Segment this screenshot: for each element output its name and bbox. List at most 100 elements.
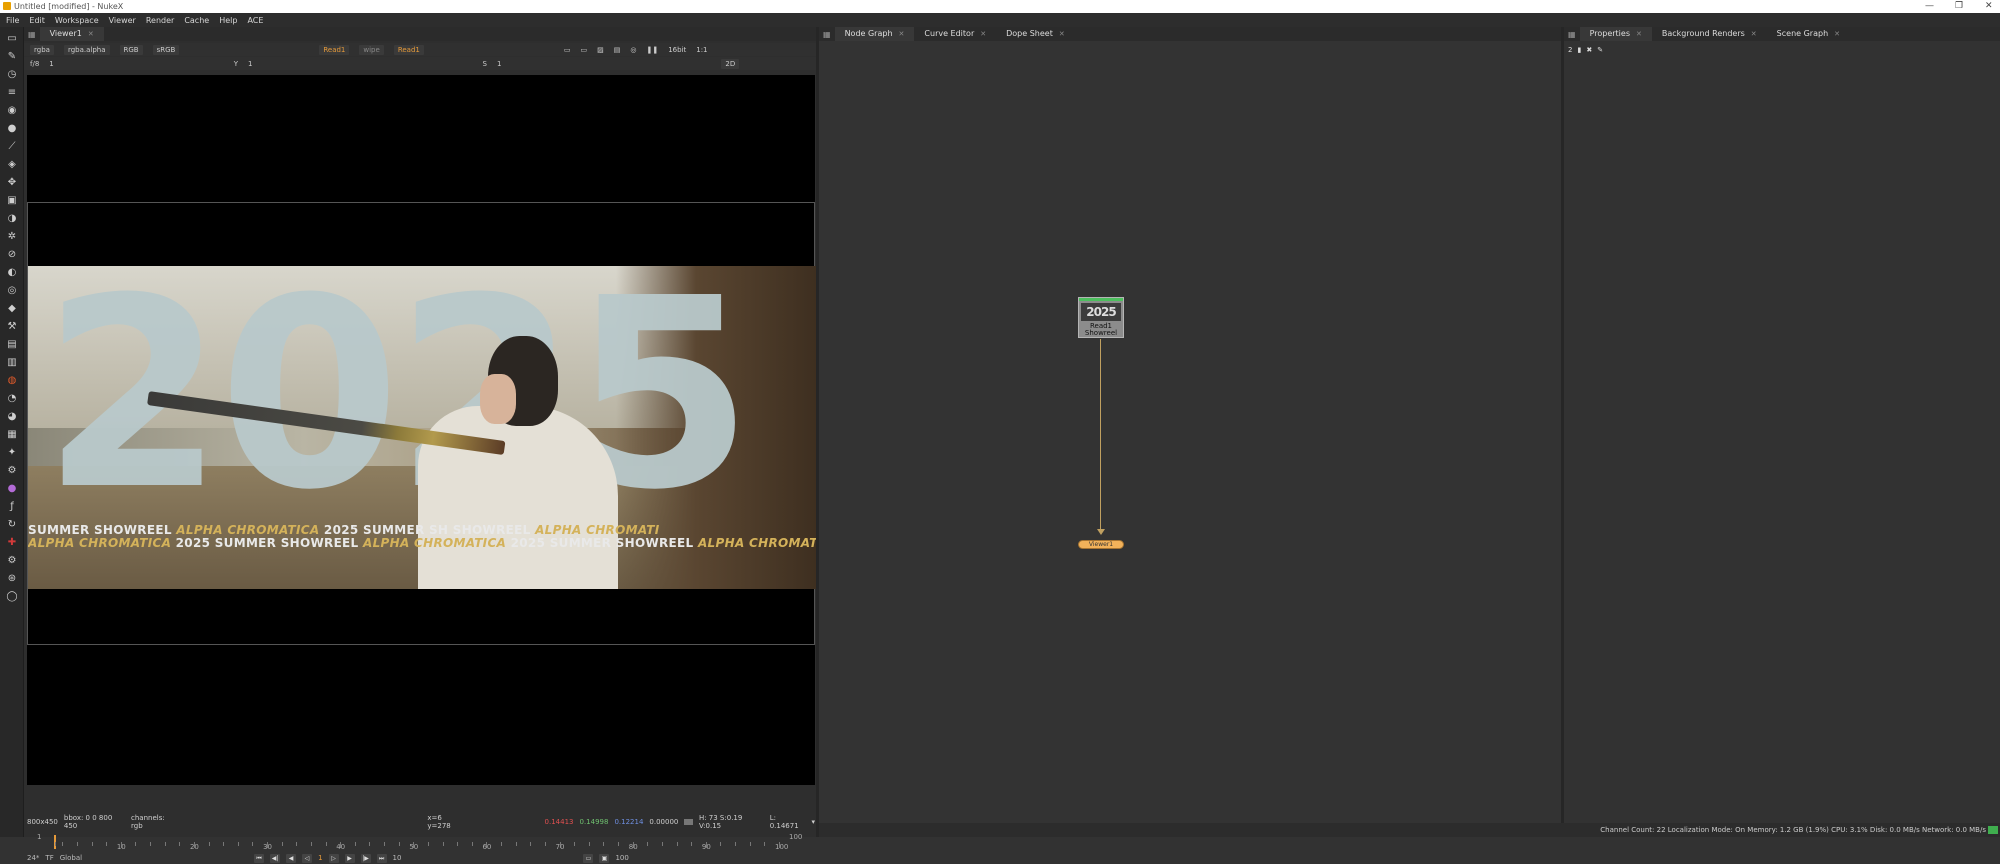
global-dropdown[interactable]: Global <box>60 854 82 862</box>
ocula-tool-icon[interactable]: ⚒ <box>6 321 18 333</box>
other-tool-icon[interactable]: ▥ <box>6 357 18 369</box>
airtools-icon[interactable]: ✦ <box>6 447 18 459</box>
furnace-tool-icon[interactable]: ◆ <box>6 303 18 315</box>
toolsets-tool-icon[interactable]: ◔ <box>6 393 18 405</box>
viewer1-node[interactable]: Viewer1 <box>1078 540 1124 549</box>
close-tab-icon[interactable]: ✕ <box>1059 27 1065 41</box>
goto-end-icon[interactable]: ⏭ <box>376 853 387 863</box>
goto-start-icon[interactable]: ⏮ <box>254 853 265 863</box>
menu-viewer[interactable]: Viewer <box>109 16 136 25</box>
close-icon[interactable]: ✕ <box>1985 0 1993 13</box>
pause-icon[interactable]: ❚❚ <box>646 46 658 54</box>
minimize-icon[interactable]: — <box>1925 0 1934 13</box>
safe-area-icon[interactable]: ▭ <box>580 46 587 54</box>
close-tab-icon[interactable]: ✕ <box>899 27 905 41</box>
node-connection[interactable] <box>1100 339 1101 530</box>
step-back-icon[interactable]: ◀ <box>286 853 297 863</box>
menu-help[interactable]: Help <box>219 16 237 25</box>
channel-tool-icon[interactable]: ≡ <box>6 87 18 99</box>
input-b-dropdown[interactable]: Read1 <box>393 44 424 55</box>
settings-tool-icon[interactable]: ⚙ <box>6 555 18 567</box>
filter-tool-icon[interactable]: ● <box>6 123 18 135</box>
gamma-y-value[interactable]: 1 <box>248 60 252 68</box>
menu-ace[interactable]: ACE <box>247 16 263 25</box>
close-tab-icon[interactable]: ✕ <box>88 27 94 41</box>
user-tool-icon[interactable]: ◯ <box>6 591 18 603</box>
frame-step-field[interactable]: 10 <box>393 854 402 862</box>
viewer-canvas[interactable]: 2025 SUMMER SHOWREEL ALPHA CHROMATICA 20… <box>27 75 816 785</box>
render-tool-icon[interactable]: ⚙ <box>6 465 18 477</box>
in-out-icon[interactable]: ▭ <box>583 853 594 863</box>
wipe-dropdown[interactable]: wipe <box>359 44 384 55</box>
clip-icon[interactable]: ▨ <box>597 46 604 54</box>
close-tab-icon[interactable]: ✕ <box>1834 27 1840 41</box>
close-tab-icon[interactable]: ✕ <box>1636 27 1642 41</box>
play-forward-icon[interactable]: ▷ <box>328 853 339 863</box>
ratio-label[interactable]: 1:1 <box>696 46 707 54</box>
tf-dropdown[interactable]: TF <box>45 854 53 862</box>
color-wheel-tool-icon[interactable]: ● <box>6 483 18 495</box>
favorite-tool-icon[interactable]: ✚ <box>6 537 18 549</box>
transform-tool-icon[interactable]: ✥ <box>6 177 18 189</box>
display-dropdown[interactable]: RGB <box>119 44 143 55</box>
menu-workspace[interactable]: Workspace <box>55 16 99 25</box>
menu-cache[interactable]: Cache <box>184 16 209 25</box>
pane-menu-icon-2[interactable]: ▦ <box>819 30 835 39</box>
gizmo-tool-icon[interactable]: ◕ <box>6 411 18 423</box>
overlay-icon[interactable]: ▤ <box>614 46 621 54</box>
tab-node-graph[interactable]: Node Graph ✕ <box>834 27 915 41</box>
tab-scene-graph[interactable]: Scene Graph ✕ <box>1767 27 1850 41</box>
time-tool-icon[interactable]: ◷ <box>6 69 18 81</box>
image-tool-icon[interactable]: ▭ <box>6 33 18 45</box>
merge-tool-icon[interactable]: ◈ <box>6 159 18 171</box>
menu-render[interactable]: Render <box>146 16 174 25</box>
status-dropdown-icon[interactable]: ▾ <box>811 818 815 826</box>
close-tab-icon[interactable]: ✕ <box>1751 27 1757 41</box>
current-frame-field[interactable]: 1 <box>318 854 322 862</box>
next-keyframe-icon[interactable]: |▶ <box>360 853 371 863</box>
menu-edit[interactable]: Edit <box>29 16 45 25</box>
roi-icon[interactable]: ▭ <box>564 46 571 54</box>
tab-dope-sheet[interactable]: Dope Sheet ✕ <box>996 27 1075 41</box>
metadata-tool-icon[interactable]: ✲ <box>6 231 18 243</box>
timeline-ruler[interactable]: 1 100 10 20 30 40 50 60 70 80 90 100 <box>27 830 815 852</box>
view-mode-dropdown[interactable]: 2D <box>721 58 740 69</box>
saturation-s-value[interactable]: 1 <box>497 60 501 68</box>
close-all-icon[interactable]: ✖ <box>1586 46 1592 54</box>
read1-node[interactable]: 2025 Read1 Showreel <box>1078 297 1124 338</box>
node-graph-canvas[interactable]: 2025 Read1 Showreel Viewer1 <box>819 41 1561 823</box>
expression-tool-icon[interactable]: ƒ <box>6 501 18 513</box>
pane-menu-icon[interactable]: ▦ <box>24 30 40 39</box>
clear-panels-icon[interactable]: ▮ <box>1577 46 1581 54</box>
tab-properties[interactable]: Properties ✕ <box>1579 27 1652 41</box>
plugin-tool-icon[interactable]: ◍ <box>6 375 18 387</box>
cache-icon[interactable]: ◎ <box>630 46 636 54</box>
eye-tool-icon[interactable]: ◎ <box>6 285 18 297</box>
tab-viewer1[interactable]: Viewer1 ✕ <box>39 27 104 41</box>
smart-vector-tool-icon[interactable]: ▦ <box>6 429 18 441</box>
channels-dropdown[interactable]: rgba <box>30 44 54 55</box>
input-a-dropdown[interactable]: Read1 <box>319 44 350 55</box>
deep-tool-icon[interactable]: ◐ <box>6 267 18 279</box>
3d-tool-icon[interactable]: ▣ <box>6 195 18 207</box>
max-panels-field[interactable]: 2 <box>1568 46 1572 54</box>
zoom-label[interactable]: 16bit <box>668 46 686 54</box>
tab-background-renders[interactable]: Background Renders ✕ <box>1652 27 1767 41</box>
close-tab-icon[interactable]: ✕ <box>980 27 986 41</box>
fps-dropdown[interactable]: 24* <box>27 854 39 862</box>
cara-tool-icon[interactable]: ▤ <box>6 339 18 351</box>
edit-icon[interactable]: ✎ <box>1597 46 1603 54</box>
prev-keyframe-icon[interactable]: ◀| <box>270 853 281 863</box>
play-backward-icon[interactable]: ◁ <box>302 853 313 863</box>
alpha-dropdown[interactable]: rgba.alpha <box>63 44 110 55</box>
lock-range-icon[interactable]: ▣ <box>599 853 610 863</box>
fstop-label[interactable]: f/8 <box>30 60 39 68</box>
step-forward-icon[interactable]: ▶ <box>344 853 355 863</box>
pane-menu-icon-3[interactable]: ▦ <box>1564 30 1580 39</box>
color-tool-icon[interactable]: ◉ <box>6 105 18 117</box>
keyer-tool-icon[interactable]: ⟋ <box>6 141 18 153</box>
particles-tool-icon[interactable]: ⊘ <box>6 249 18 261</box>
lut-dropdown[interactable]: sRGB <box>152 44 180 55</box>
views-tool-icon[interactable]: ◑ <box>6 213 18 225</box>
draw-tool-icon[interactable]: ✎ <box>6 51 18 63</box>
